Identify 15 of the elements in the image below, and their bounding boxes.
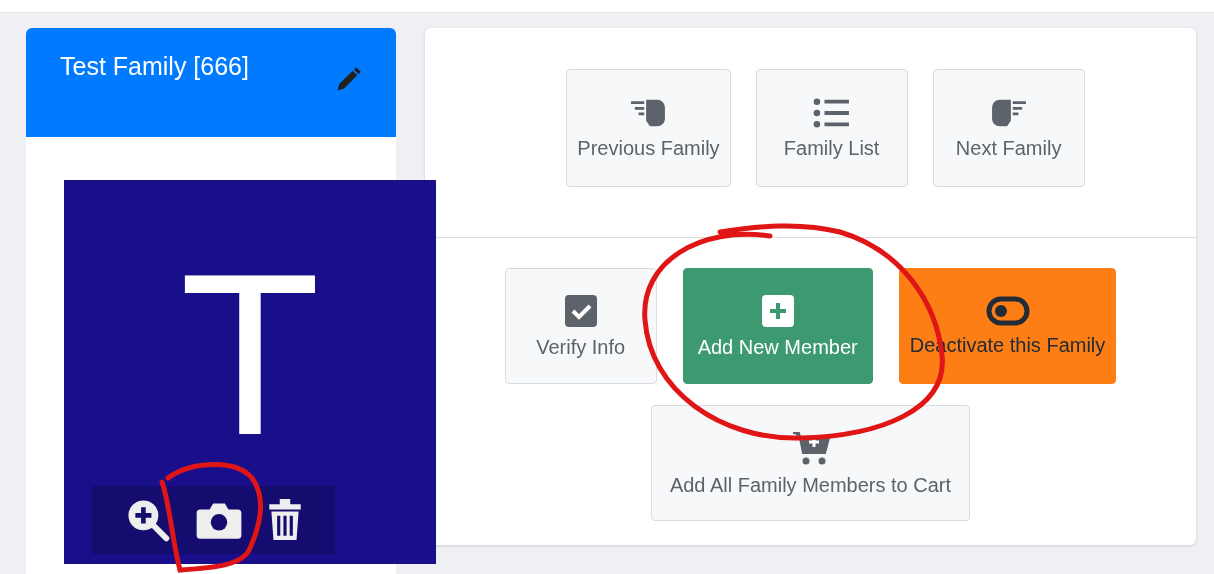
- family-title: Test Family [666]: [60, 52, 249, 81]
- nav-button[interactable]: Family List: [755, 69, 908, 187]
- nav-button[interactable]: Previous Family: [566, 69, 731, 187]
- plus-square-icon: [760, 293, 795, 328]
- nav-button[interactable]: Next Family: [932, 69, 1085, 187]
- cart-icon: [790, 429, 831, 466]
- checkbox-icon: [563, 293, 598, 328]
- action-button[interactable]: Add New Member: [682, 268, 873, 384]
- action-button[interactable]: Deactivate this Family: [898, 268, 1117, 384]
- action-button[interactable]: Verify Info: [504, 268, 657, 384]
- trash-icon[interactable]: [266, 498, 303, 542]
- action-button[interactable]: Add All Family Members to Cart: [651, 405, 970, 521]
- toggle-icon: [985, 295, 1030, 326]
- avatar-letter: T: [179, 240, 321, 470]
- list-icon: [812, 96, 851, 129]
